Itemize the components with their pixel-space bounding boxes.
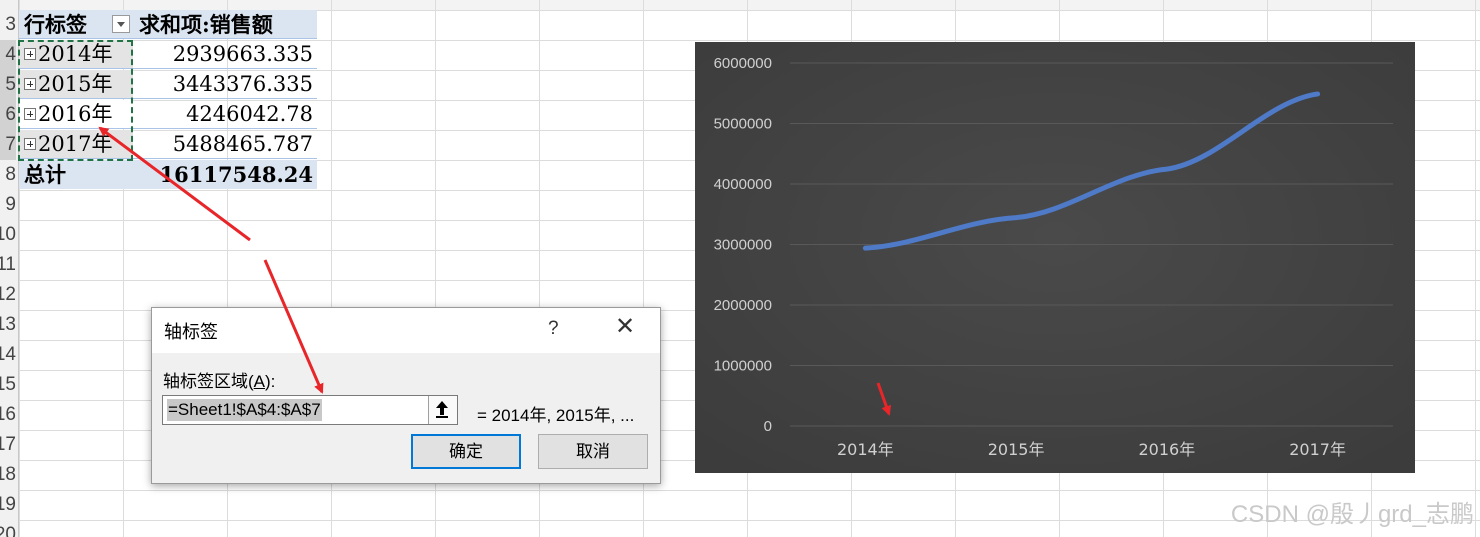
y-tick-label: 3000000 [714,237,772,254]
axis-label-dialog: 轴标签 ? ✕ 轴标签区域(A): =Sheet1!$A$4:$A$7 = 20… [151,307,661,484]
row-number[interactable]: 13 [0,310,16,340]
expand-icon[interactable] [24,137,36,150]
chart-background [695,42,1415,473]
row-number[interactable]: 10 [0,220,16,250]
axis-range-label-accesskey: A [253,372,266,391]
row-number[interactable]: 3 [0,10,16,40]
row-number[interactable]: 14 [0,340,16,370]
axis-range-label-suffix: ): [265,372,276,391]
pivot-header-value[interactable]: 求和项:销售额 [133,10,317,39]
row-header-column[interactable]: 34567891011121314151617181920 [0,0,19,537]
row-number[interactable]: 17 [0,430,16,460]
pivot-header-row-label-text: 行标签 [24,12,87,37]
ok-button[interactable]: 确定 [411,434,521,469]
collapse-up-arrow-icon [436,401,448,408]
dialog-body: 轴标签区域(A): =Sheet1!$A$4:$A$7 = 2014年, 201… [152,353,660,483]
filter-dropdown-icon[interactable] [112,15,130,33]
row-number[interactable]: 11 [0,250,16,280]
pivot-row-2014[interactable]: 2014年 [19,40,133,69]
pivot-row-2015[interactable]: 2015年 [19,70,133,99]
row-number[interactable]: 4 [0,40,16,70]
row-number[interactable]: 6 [0,100,16,130]
watermark: CSDN @殷丿grd_志鹏 [1230,501,1474,528]
expand-icon[interactable] [24,107,36,120]
pivot-row-label: 2014年 [38,42,113,66]
y-tick-label: 2000000 [714,297,772,314]
y-tick-label: 5000000 [714,116,772,133]
pivot-row-2017[interactable]: 2017年 [19,130,133,159]
pivot-total-label[interactable]: 总计 [19,160,133,189]
axis-range-label: 轴标签区域(A): [163,367,275,392]
pivot-row-value[interactable]: 5488465.787 [133,130,317,159]
row-number[interactable]: 16 [0,400,16,430]
y-tick-label: 6000000 [714,55,772,72]
axis-range-input[interactable]: =Sheet1!$A$4:$A$7 [162,395,458,425]
pivot-row-label: 2015年 [38,72,113,96]
collapse-baseline [436,416,448,418]
collapse-dialog-button[interactable] [428,396,457,424]
row-number[interactable]: 5 [0,70,16,100]
expand-icon[interactable] [24,47,36,60]
pivot-row-label: 2016年 [38,102,113,126]
axis-range-label-prefix: 轴标签区域( [163,372,254,391]
close-icon[interactable]: ✕ [612,314,638,340]
collapse-arrow-stem [440,408,444,415]
chart-canvas[interactable]: 0 1000000 2000000 3000000 4000000 5000000 6000… [695,42,1415,473]
cancel-button[interactable]: 取消 [538,434,648,469]
pivot-row-value[interactable]: 2939663.335 [133,40,317,69]
axis-range-value[interactable]: =Sheet1!$A$4:$A$7 [167,399,322,421]
pivot-row-2016[interactable]: 2016年 [19,100,133,129]
x-tick-label: 2017年 [1289,440,1346,459]
line-chart[interactable]: 0 1000000 2000000 3000000 4000000 5000000 6000… [695,42,1415,473]
row-number[interactable]: 12 [0,280,16,310]
row-number[interactable]: 7 [0,130,16,160]
y-tick-label: 0 [764,418,772,435]
range-preview: = 2014年, 2015年, ... [477,406,635,425]
pivot-header-row-label[interactable]: 行标签 [19,10,133,39]
pivot-row-value[interactable]: 3443376.335 [133,70,317,99]
y-tick-label: 1000000 [714,358,772,375]
x-tick-label: 2015年 [988,440,1045,459]
row-number[interactable]: 15 [0,370,16,400]
row-number[interactable]: 20 [0,520,16,537]
row-number[interactable]: 18 [0,460,16,490]
y-tick-label: 4000000 [714,176,772,193]
x-tick-label: 2016年 [1139,440,1196,459]
pivot-total-value[interactable]: 16117548.24 [133,160,317,189]
expand-icon[interactable] [24,77,36,90]
row-number[interactable]: 8 [0,160,16,190]
x-tick-label: 2014年 [837,440,894,459]
pivot-row-value[interactable]: 4246042.78 [133,100,317,129]
row-number[interactable]: 9 [0,190,16,220]
dialog-title: 轴标签 [164,322,218,342]
row-number[interactable]: 19 [0,490,16,520]
pivot-row-label: 2017年 [38,132,113,156]
help-icon[interactable]: ? [548,318,559,340]
